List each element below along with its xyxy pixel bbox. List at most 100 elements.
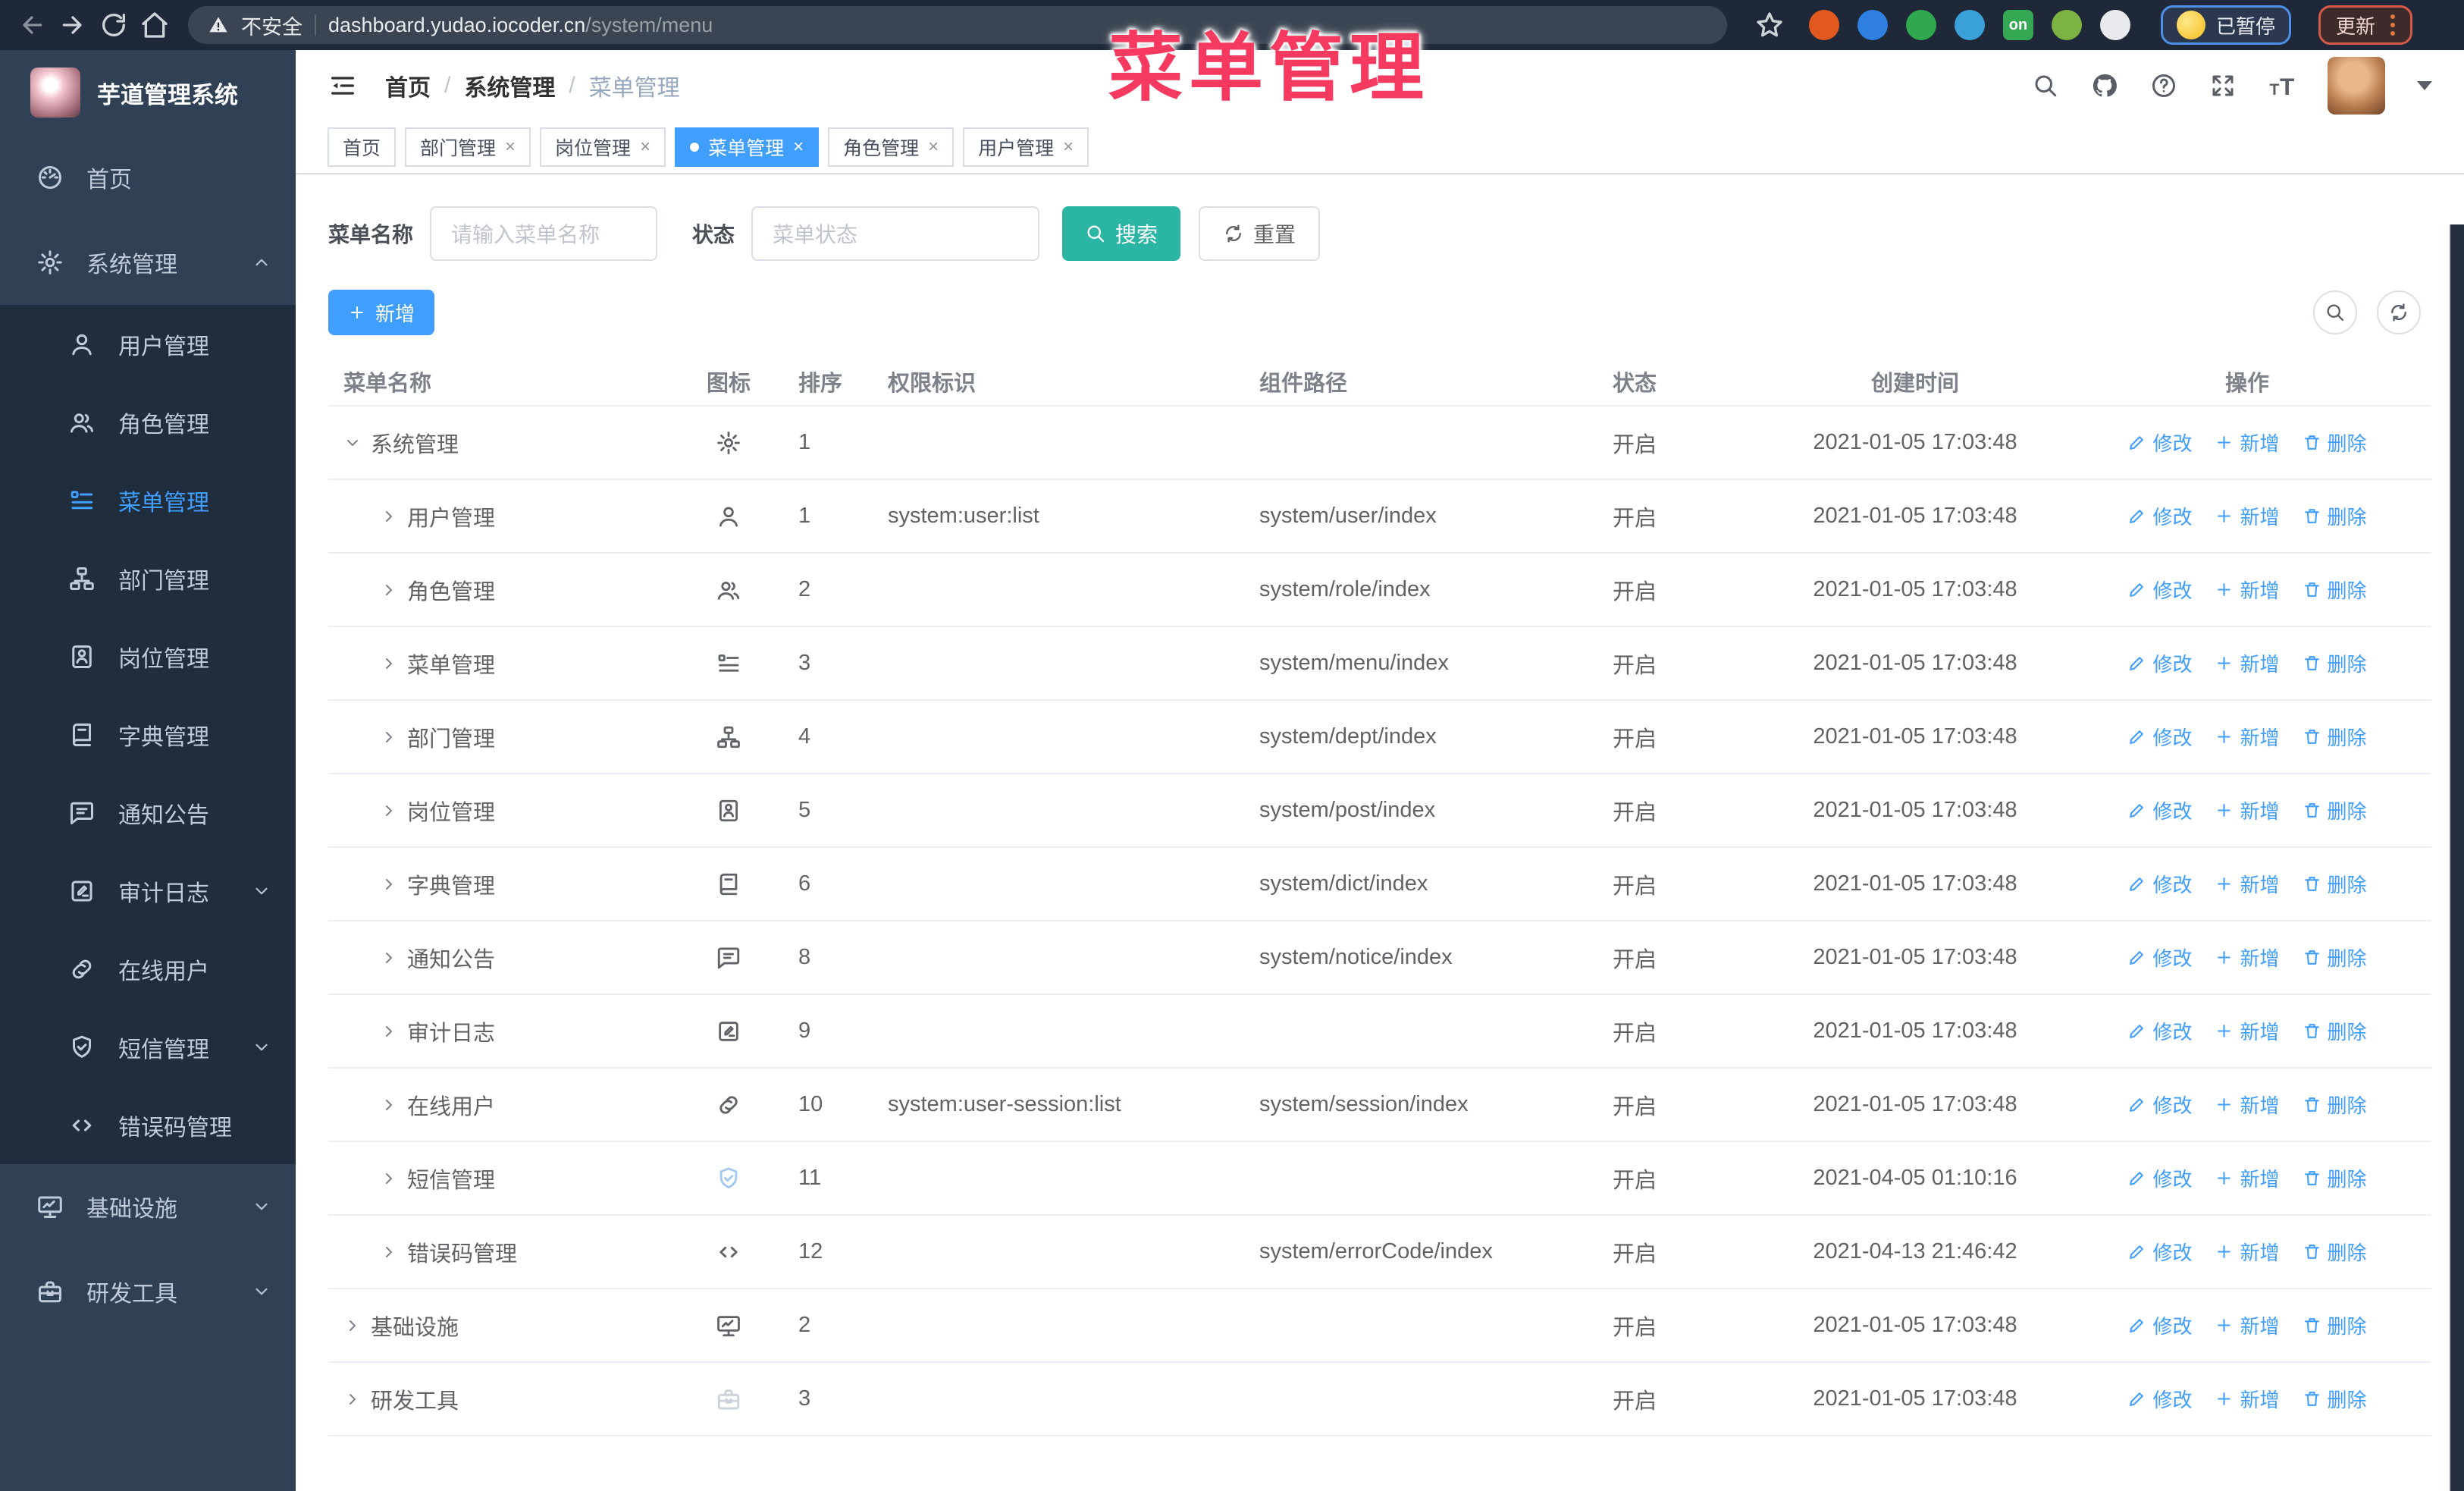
add-link[interactable]: 新增: [2215, 796, 2280, 824]
bookmark-star-icon[interactable]: [1754, 10, 1785, 40]
edit-link[interactable]: 修改: [2127, 502, 2192, 530]
reset-button[interactable]: 重置: [1199, 206, 1321, 261]
browser-menu-dots-icon[interactable]: [2390, 14, 2396, 36]
delete-link[interactable]: 删除: [2303, 943, 2367, 972]
delete-link[interactable]: 删除: [2303, 1164, 2367, 1192]
delete-link[interactable]: 删除: [2303, 1238, 2367, 1266]
sidebar-item-dev-tools[interactable]: 研发工具: [0, 1249, 296, 1334]
edit-link[interactable]: 修改: [2127, 1164, 2192, 1192]
sidebar-item-post-management[interactable]: 岗位管理: [0, 617, 296, 695]
tab-user[interactable]: 用户管理 ×: [963, 127, 1089, 167]
edit-link[interactable]: 修改: [2127, 1238, 2192, 1266]
extension-blue-grid-icon[interactable]: [1955, 10, 1985, 40]
sidebar-item-infrastructure[interactable]: 基础设施: [0, 1164, 296, 1249]
user-avatar[interactable]: [2328, 57, 2385, 115]
tab-home[interactable]: 首页: [328, 127, 397, 167]
add-link[interactable]: 新增: [2215, 576, 2280, 604]
font-size-icon[interactable]: TT: [2268, 72, 2296, 99]
sidebar-item-online-user[interactable]: 在线用户: [0, 930, 296, 1008]
sidebar-toggle-icon[interactable]: [328, 71, 358, 101]
edit-link[interactable]: 修改: [2127, 428, 2192, 457]
expand-toggle-icon[interactable]: [380, 728, 398, 746]
search-icon[interactable]: [2032, 72, 2059, 99]
expand-toggle-icon[interactable]: [380, 875, 398, 893]
expand-toggle-icon[interactable]: [343, 1317, 362, 1335]
breadcrumb-home[interactable]: 首页: [385, 69, 431, 102]
reload-icon[interactable]: [99, 10, 129, 40]
add-link[interactable]: 新增: [2215, 1311, 2280, 1339]
add-link[interactable]: 新增: [2215, 943, 2280, 972]
delete-link[interactable]: 删除: [2303, 428, 2367, 457]
expand-toggle-icon[interactable]: [380, 1243, 398, 1261]
sidebar-item-home[interactable]: 首页: [0, 135, 296, 220]
expand-toggle-icon[interactable]: [380, 507, 398, 526]
delete-link[interactable]: 删除: [2303, 1385, 2367, 1413]
expand-toggle-icon[interactable]: [380, 949, 398, 967]
refresh-table-button[interactable]: [2377, 290, 2421, 334]
sidebar-item-system-management[interactable]: 系统管理: [0, 220, 296, 305]
help-icon[interactable]: [2150, 72, 2177, 99]
sidebar-item-error-code[interactable]: 错误码管理: [0, 1086, 296, 1164]
extension-on-badge-icon[interactable]: on: [2003, 10, 2033, 40]
expand-toggle-icon[interactable]: [343, 434, 362, 452]
add-link[interactable]: 新增: [2215, 1385, 2280, 1413]
extension-white-puzzle-icon[interactable]: [2100, 10, 2130, 40]
app-logo-row[interactable]: 芋道管理系统: [0, 50, 296, 135]
edit-link[interactable]: 修改: [2127, 943, 2192, 972]
expand-toggle-icon[interactable]: [380, 802, 398, 820]
expand-toggle-icon[interactable]: [380, 1022, 398, 1041]
delete-link[interactable]: 删除: [2303, 1091, 2367, 1119]
add-link[interactable]: 新增: [2215, 1091, 2280, 1119]
extension-blue-gem-icon[interactable]: [1857, 10, 1888, 40]
tab-post[interactable]: 岗位管理 ×: [540, 127, 666, 167]
sidebar-item-dept-management[interactable]: 部门管理: [0, 539, 296, 617]
sidebar-item-audit-log[interactable]: 审计日志: [0, 852, 296, 930]
add-link[interactable]: 新增: [2215, 649, 2280, 677]
github-icon[interactable]: [2091, 72, 2118, 99]
menu-name-input[interactable]: 请输入菜单名称: [430, 206, 658, 261]
tab-close-icon[interactable]: ×: [928, 138, 939, 156]
edit-link[interactable]: 修改: [2127, 576, 2192, 604]
page-scrollbar[interactable]: [2449, 224, 2464, 1491]
browser-update-button[interactable]: 更新: [2318, 5, 2413, 45]
add-link[interactable]: 新增: [2215, 1017, 2280, 1045]
expand-toggle-icon[interactable]: [380, 1169, 398, 1188]
add-link[interactable]: 新增: [2215, 502, 2280, 530]
add-link[interactable]: 新增: [2215, 1238, 2280, 1266]
tab-dept[interactable]: 部门管理 ×: [405, 127, 531, 167]
tab-role[interactable]: 角色管理 ×: [828, 127, 955, 167]
tab-close-icon[interactable]: ×: [505, 138, 516, 156]
edit-link[interactable]: 修改: [2127, 723, 2192, 751]
add-link[interactable]: 新增: [2215, 870, 2280, 898]
address-bar[interactable]: 不安全 dashboard.yudao.iocoder.cn/system/me…: [188, 6, 1727, 44]
add-button[interactable]: 新增: [328, 290, 435, 335]
add-link[interactable]: 新增: [2215, 428, 2280, 457]
edit-link[interactable]: 修改: [2127, 1385, 2192, 1413]
toggle-search-button[interactable]: [2313, 290, 2357, 334]
delete-link[interactable]: 删除: [2303, 649, 2367, 677]
sidebar-item-notice[interactable]: 通知公告: [0, 774, 296, 852]
delete-link[interactable]: 删除: [2303, 1311, 2367, 1339]
home-icon[interactable]: [140, 10, 170, 40]
edit-link[interactable]: 修改: [2127, 649, 2192, 677]
edit-link[interactable]: 修改: [2127, 1091, 2192, 1119]
tab-menu[interactable]: 菜单管理 ×: [675, 127, 820, 167]
expand-toggle-icon[interactable]: [380, 1096, 398, 1114]
delete-link[interactable]: 删除: [2303, 502, 2367, 530]
expand-toggle-icon[interactable]: [343, 1390, 362, 1408]
extension-green-check-icon[interactable]: [1906, 10, 1936, 40]
delete-link[interactable]: 删除: [2303, 870, 2367, 898]
delete-link[interactable]: 删除: [2303, 576, 2367, 604]
extension-orange-circle-icon[interactable]: [1809, 10, 1839, 40]
expand-toggle-icon[interactable]: [380, 654, 398, 673]
add-link[interactable]: 新增: [2215, 1164, 2280, 1192]
sidebar-item-sms-management[interactable]: 短信管理: [0, 1008, 296, 1086]
back-icon[interactable]: [17, 10, 47, 40]
extension-green-tool-icon[interactable]: [2052, 10, 2082, 40]
profile-paused-badge[interactable]: 已暂停: [2161, 5, 2292, 45]
search-button[interactable]: 搜索: [1062, 206, 1181, 261]
avatar-caret-down-icon[interactable]: [2417, 81, 2432, 90]
edit-link[interactable]: 修改: [2127, 1017, 2192, 1045]
tab-close-icon[interactable]: ×: [1063, 138, 1074, 156]
status-select[interactable]: 菜单状态: [751, 206, 1040, 261]
